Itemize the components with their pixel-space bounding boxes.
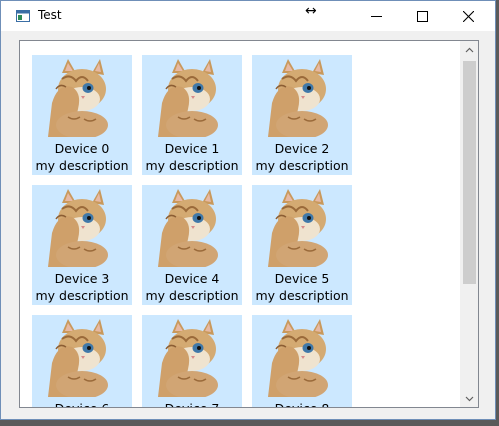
device-description: my description bbox=[145, 288, 239, 303]
cat-photo bbox=[158, 59, 219, 137]
cat-photo bbox=[268, 319, 329, 397]
maximize-icon bbox=[416, 10, 428, 22]
device-name: Device 7 bbox=[142, 401, 242, 407]
device-tile[interactable]: Device 8my description bbox=[252, 315, 352, 407]
vertical-scrollbar[interactable] bbox=[460, 41, 478, 407]
device-name: Device 4 bbox=[164, 271, 220, 286]
scroll-down-button[interactable] bbox=[460, 390, 478, 407]
close-icon bbox=[462, 10, 474, 22]
device-tile[interactable]: Device 3 my description bbox=[32, 185, 132, 305]
app-window: Test ↔ Device 0 my description Device 1 my … bbox=[0, 0, 496, 420]
device-name: Device 5 bbox=[274, 271, 330, 286]
device-list-view[interactable]: Device 0 my description Device 1 my descrip… bbox=[19, 40, 479, 408]
device-name: Device 0 bbox=[54, 141, 110, 156]
app-window-icon bbox=[16, 10, 30, 22]
cat-photo bbox=[268, 59, 329, 137]
device-tile[interactable]: Device 5 my description bbox=[252, 185, 352, 305]
device-grid: Device 0 my description Device 1 my descrip… bbox=[20, 41, 460, 407]
device-name: Device 3 bbox=[54, 271, 110, 286]
chevron-up-icon bbox=[465, 47, 473, 52]
device-description: my description bbox=[255, 288, 349, 303]
minimize-icon bbox=[370, 15, 382, 17]
device-name: Device 6 bbox=[32, 401, 132, 407]
device-description: my description bbox=[35, 158, 129, 173]
device-tile[interactable]: Device 2 my description bbox=[252, 55, 352, 175]
device-name: Device 1 bbox=[164, 141, 220, 156]
cat-photo bbox=[158, 189, 219, 267]
horizontal-resize-cursor-icon: ↔ bbox=[305, 3, 317, 19]
cat-photo bbox=[268, 189, 329, 267]
cat-photo bbox=[158, 319, 219, 397]
cat-photo bbox=[48, 59, 109, 137]
device-tile[interactable]: Device 4 my description bbox=[142, 185, 242, 305]
device-description: my description bbox=[35, 288, 129, 303]
cat-photo bbox=[48, 189, 109, 267]
chevron-down-icon bbox=[465, 396, 473, 401]
device-tile[interactable]: Device 1 my description bbox=[142, 55, 242, 175]
device-name: Device 2 bbox=[274, 141, 330, 156]
close-button[interactable] bbox=[445, 1, 491, 31]
device-tile[interactable]: Device 0 my description bbox=[32, 55, 132, 175]
device-tile[interactable]: Device 6my description bbox=[32, 315, 132, 407]
minimize-button[interactable] bbox=[353, 1, 399, 31]
device-tile[interactable]: Device 7my description bbox=[142, 315, 242, 407]
window-title: Test bbox=[38, 8, 62, 22]
title-bar[interactable]: Test ↔ bbox=[1, 1, 495, 31]
device-description: my description bbox=[145, 158, 239, 173]
device-description: my description bbox=[255, 158, 349, 173]
scroll-up-button[interactable] bbox=[460, 41, 478, 58]
device-name: Device 8 bbox=[252, 401, 352, 407]
cat-photo bbox=[48, 319, 109, 397]
maximize-button[interactable] bbox=[399, 1, 445, 31]
scroll-thumb[interactable] bbox=[463, 61, 476, 284]
